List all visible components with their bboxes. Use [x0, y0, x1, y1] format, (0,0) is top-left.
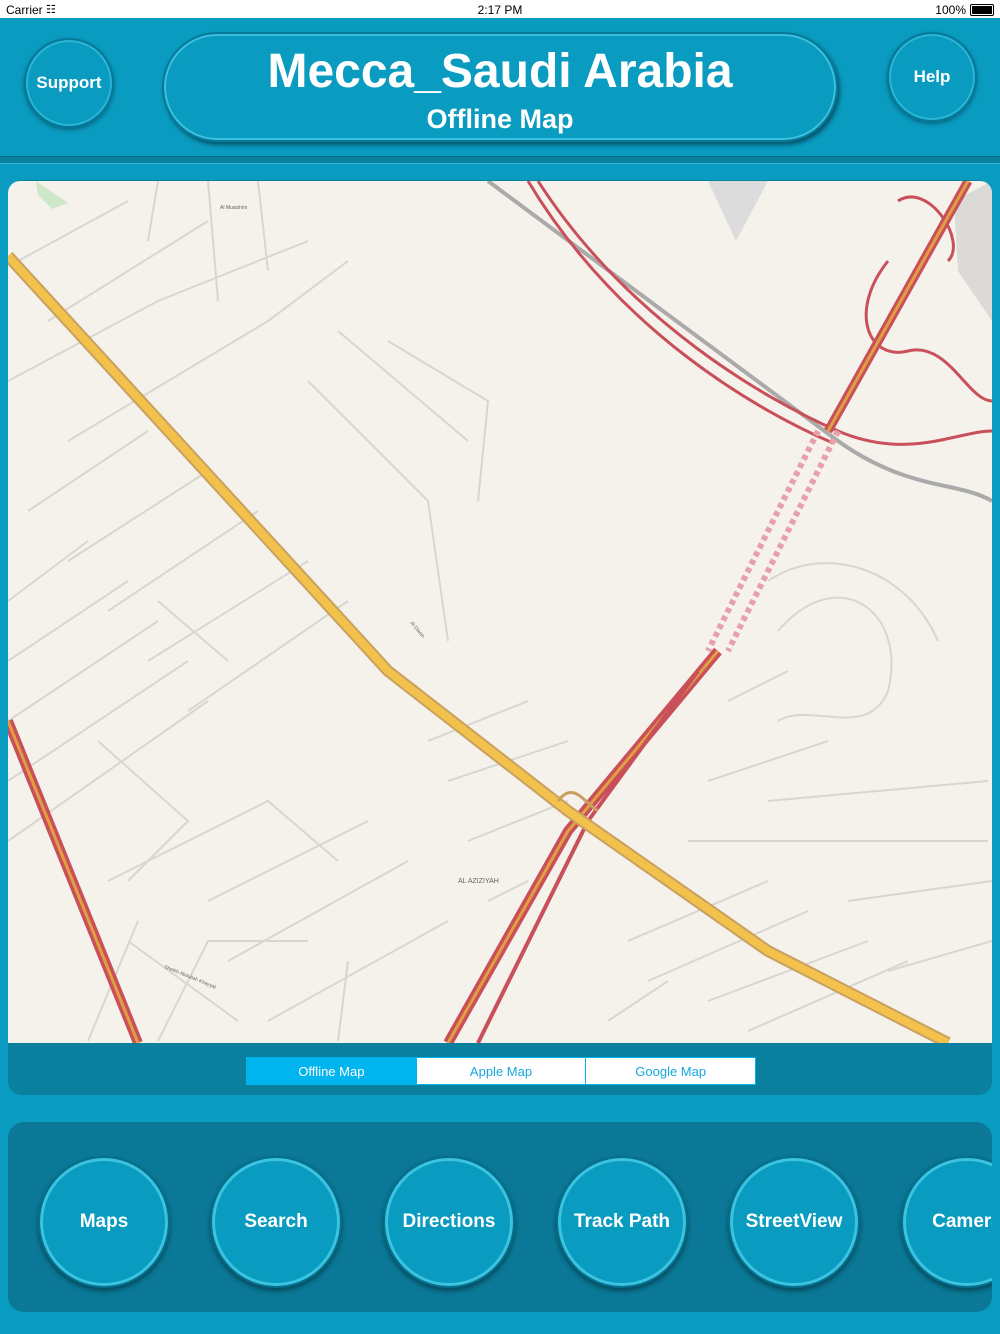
segment-google-map[interactable]: Google Map [586, 1058, 755, 1084]
directions-button-label: Directions [402, 1211, 496, 1232]
flyover-bridge [705, 429, 841, 653]
park-area [36, 181, 68, 209]
clock: 2:17 PM [477, 3, 523, 17]
page-title: Mecca_Saudi Arabia [267, 45, 733, 98]
segment-offline-map[interactable]: Offline Map [247, 1058, 417, 1084]
camera-button[interactable]: Camera [901, 1156, 992, 1288]
trunk-road [8, 251, 951, 1043]
status-bar: Carrier ☷ 2:17 PM 100% [0, 0, 1000, 18]
help-button-label: Help [913, 67, 951, 86]
header: Support Mecca_Saudi Arabia Offline Map H… [0, 18, 1000, 156]
track-path-button-label: Track Path [573, 1211, 671, 1232]
search-button[interactable]: Search [210, 1156, 342, 1288]
motorway-main [8, 181, 972, 1043]
map-canvas: AL AZIZIYAH Al Muaishim Al Diwan Sheikh … [8, 181, 992, 1043]
industrial-area [708, 181, 768, 241]
map-view[interactable]: AL AZIZIYAH Al Muaishim Al Diwan Sheikh … [8, 181, 992, 1043]
map-mode-selector: Offline Map Apple Map Google Map [246, 1057, 756, 1085]
map-label-district: AL AZIZIYAH [458, 878, 499, 885]
page-subtitle: Offline Map [426, 104, 574, 134]
maps-button[interactable]: Maps [38, 1156, 170, 1288]
camera-button-label: Camera [932, 1211, 992, 1232]
streetview-button-label: StreetView [745, 1211, 843, 1232]
battery-percent: 100% [935, 3, 966, 17]
map-label-area: Al Muaishim [220, 205, 247, 211]
maps-button-label: Maps [79, 1211, 129, 1232]
motorway-interchange [526, 181, 992, 446]
minor-streets [8, 181, 992, 1042]
help-button[interactable]: Help [887, 32, 977, 122]
header-divider [0, 156, 1000, 164]
support-button[interactable]: Support [24, 38, 114, 128]
streetview-button[interactable]: StreetView [728, 1156, 860, 1288]
track-path-button[interactable]: Track Path [556, 1156, 688, 1288]
directions-button[interactable]: Directions [383, 1156, 515, 1288]
search-button-label: Search [244, 1211, 308, 1232]
title-banner: Mecca_Saudi Arabia Offline Map [162, 32, 838, 142]
segment-apple-map[interactable]: Apple Map [417, 1058, 587, 1084]
map-label-street: Al Diwan [408, 620, 425, 639]
bottom-toolbar: Maps Search Directions Track Path Street… [8, 1122, 992, 1312]
battery-icon [970, 4, 994, 16]
support-button-label: Support [36, 73, 102, 92]
